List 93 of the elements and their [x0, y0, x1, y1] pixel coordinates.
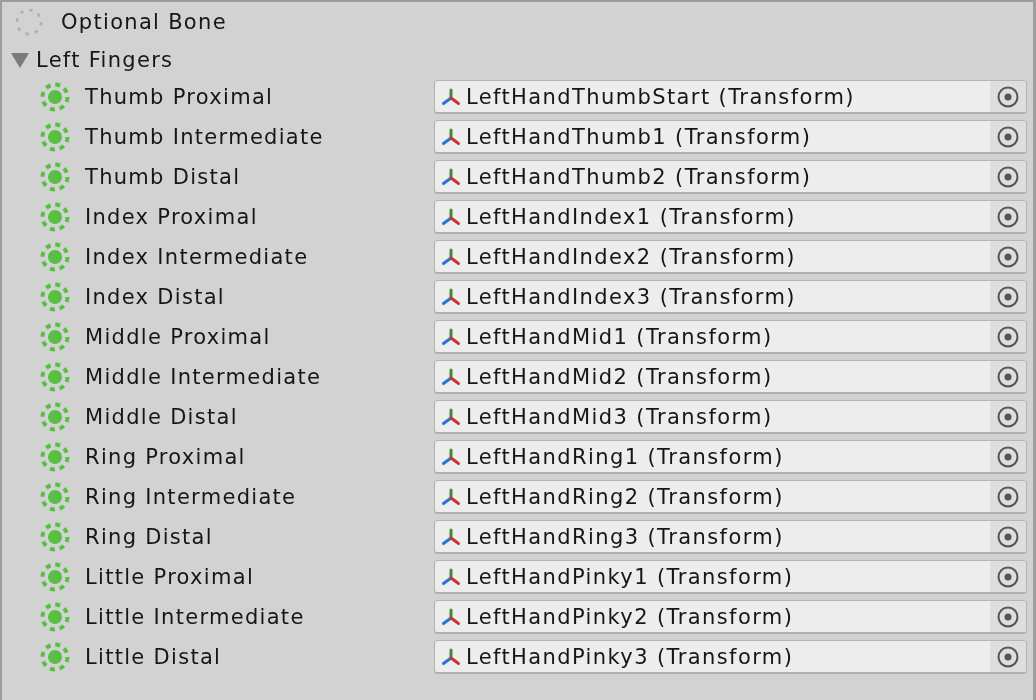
- target-icon: [997, 565, 1019, 588]
- bone-label: Little Intermediate: [85, 605, 305, 629]
- target-icon: [997, 525, 1019, 548]
- object-picker-button[interactable]: [990, 481, 1026, 512]
- object-field[interactable]: LeftHandRing3 (Transform): [434, 520, 1027, 554]
- transform-axes-icon: [441, 207, 461, 226]
- target-icon: [997, 325, 1019, 348]
- object-picker-button[interactable]: [990, 201, 1026, 232]
- target-icon: [997, 285, 1019, 308]
- object-picker-button[interactable]: [990, 361, 1026, 392]
- object-picker-button[interactable]: [990, 441, 1026, 472]
- object-field[interactable]: LeftHandMid3 (Transform): [434, 400, 1027, 434]
- object-picker-button[interactable]: [990, 81, 1026, 112]
- target-icon: [997, 85, 1019, 108]
- bone-label: Ring Distal: [85, 525, 213, 549]
- transform-axes-icon: [441, 247, 461, 266]
- transform-axes-icon: [441, 367, 461, 386]
- object-picker-button[interactable]: [990, 601, 1026, 632]
- object-picker-button[interactable]: [990, 401, 1026, 432]
- target-icon: [997, 125, 1019, 148]
- transform-axes-icon: [441, 407, 461, 426]
- dotted-ring-dot-icon: [40, 322, 70, 352]
- object-picker-button[interactable]: [990, 121, 1026, 152]
- object-picker-button[interactable]: [990, 641, 1026, 672]
- transform-axes-icon: [441, 87, 461, 106]
- legend-label: Optional Bone: [61, 10, 227, 34]
- dotted-ring-dot-icon: [40, 202, 70, 232]
- dotted-ring-dot-icon: [40, 242, 70, 272]
- transform-axes-icon: [441, 127, 461, 146]
- transform-axes-icon: [441, 607, 461, 626]
- target-icon: [997, 405, 1019, 428]
- dotted-ring-dot-icon: [40, 442, 70, 472]
- bone-label: Thumb Intermediate: [85, 125, 324, 149]
- bone-label: Index Intermediate: [85, 245, 309, 269]
- bone-label: Thumb Proximal: [85, 85, 274, 109]
- object-field[interactable]: LeftHandIndex3 (Transform): [434, 280, 1027, 314]
- object-field[interactable]: LeftHandThumbStart (Transform): [434, 80, 1027, 114]
- transform-axes-icon: [441, 487, 461, 506]
- dotted-ring-icon: [15, 8, 43, 36]
- dotted-ring-dot-icon: [40, 82, 70, 112]
- bone-label: Ring Intermediate: [85, 485, 297, 509]
- bone-label: Middle Proximal: [85, 325, 271, 349]
- bone-label: Thumb Distal: [85, 165, 241, 189]
- bone-label: Ring Proximal: [85, 445, 246, 469]
- target-icon: [997, 485, 1019, 508]
- transform-axes-icon: [441, 327, 461, 346]
- transform-axes-icon: [441, 527, 461, 546]
- bone-label: Middle Distal: [85, 405, 238, 429]
- object-picker-button[interactable]: [990, 321, 1026, 352]
- transform-axes-icon: [441, 287, 461, 306]
- transform-axes-icon: [441, 647, 461, 666]
- target-icon: [997, 205, 1019, 228]
- foldout-toggle[interactable]: Left Fingers: [2, 42, 1033, 77]
- transform-axes-icon: [441, 447, 461, 466]
- bone-label: Index Proximal: [85, 205, 258, 229]
- target-icon: [997, 245, 1019, 268]
- transform-axes-icon: [441, 167, 461, 186]
- object-picker-button[interactable]: [990, 561, 1026, 592]
- bone-label: Little Distal: [85, 645, 222, 669]
- transform-axes-icon: [441, 567, 461, 586]
- object-field[interactable]: LeftHandMid2 (Transform): [434, 360, 1027, 394]
- target-icon: [997, 365, 1019, 388]
- bone-label: Index Distal: [85, 285, 225, 309]
- object-field[interactable]: LeftHandThumb2 (Transform): [434, 160, 1027, 194]
- dotted-ring-dot-icon: [40, 602, 70, 632]
- object-picker-button[interactable]: [990, 241, 1026, 272]
- object-picker-button[interactable]: [990, 161, 1026, 192]
- object-picker-button[interactable]: [990, 521, 1026, 552]
- dotted-ring-dot-icon: [40, 482, 70, 512]
- object-field[interactable]: LeftHandIndex2 (Transform): [434, 240, 1027, 274]
- dotted-ring-dot-icon: [40, 402, 70, 432]
- object-picker-button[interactable]: [990, 281, 1026, 312]
- object-field[interactable]: LeftHandPinky1 (Transform): [434, 560, 1027, 594]
- target-icon: [997, 445, 1019, 468]
- object-field[interactable]: LeftHandIndex1 (Transform): [434, 200, 1027, 234]
- dotted-ring-dot-icon: [40, 122, 70, 152]
- target-icon: [997, 165, 1019, 188]
- target-icon: [997, 645, 1019, 668]
- dotted-ring-dot-icon: [40, 162, 70, 192]
- dotted-ring-dot-icon: [40, 282, 70, 312]
- object-field[interactable]: LeftHandRing1 (Transform): [434, 440, 1027, 474]
- dotted-ring-dot-icon: [40, 522, 70, 552]
- object-field[interactable]: LeftHandRing2 (Transform): [434, 480, 1027, 514]
- dotted-ring-dot-icon: [40, 362, 70, 392]
- bone-label: Little Proximal: [85, 565, 255, 589]
- object-field[interactable]: LeftHandPinky2 (Transform): [434, 600, 1027, 634]
- object-field[interactable]: LeftHandThumb1 (Transform): [434, 120, 1027, 154]
- object-field[interactable]: LeftHandPinky3 (Transform): [434, 640, 1027, 674]
- dotted-ring-dot-icon: [40, 562, 70, 592]
- object-field[interactable]: LeftHandMid1 (Transform): [434, 320, 1027, 354]
- target-icon: [997, 605, 1019, 628]
- bone-label: Middle Intermediate: [85, 365, 322, 389]
- dotted-ring-dot-icon: [40, 642, 70, 672]
